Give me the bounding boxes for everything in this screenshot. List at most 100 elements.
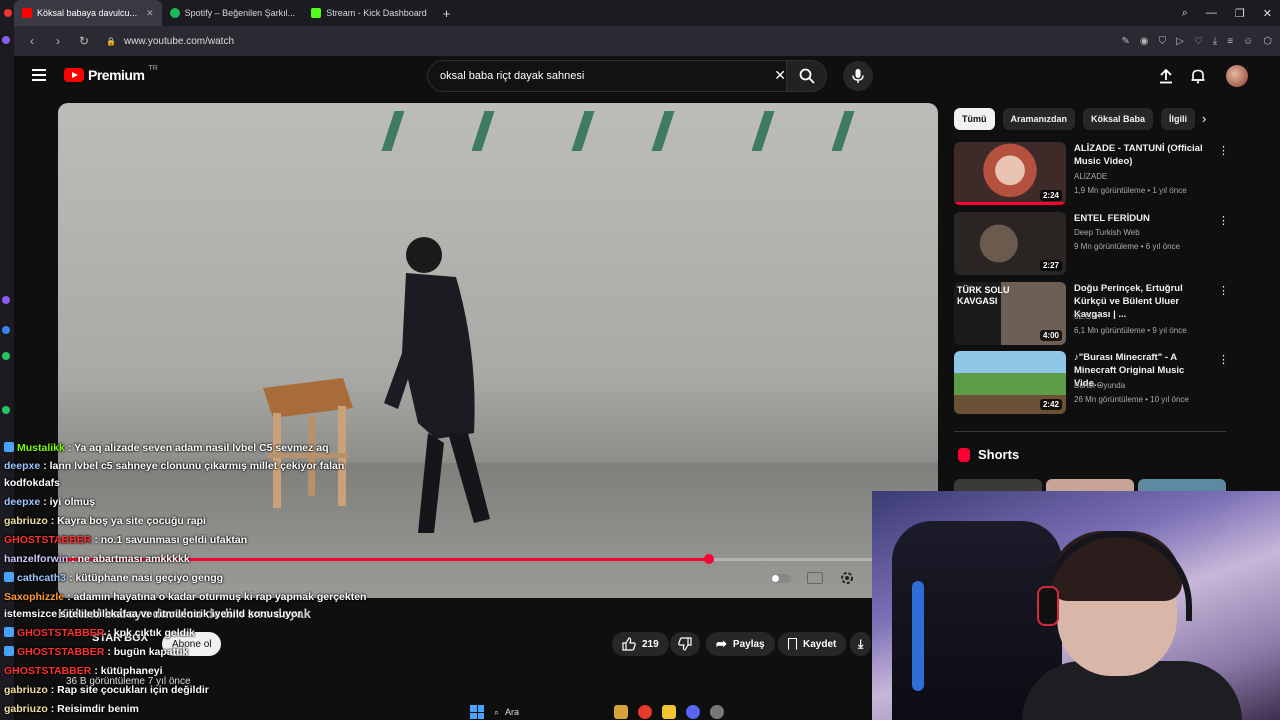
hamburger-menu-icon[interactable]	[32, 69, 46, 81]
extensions-icon[interactable]: ⬡	[1263, 36, 1272, 47]
notifications-bell-icon[interactable]	[1188, 66, 1208, 86]
edit-icon[interactable]: ✎	[1121, 36, 1129, 47]
settings-gear-icon[interactable]	[836, 569, 858, 587]
chat-message: Mustalikk: Ya aq alizade seven adam nasi…	[4, 442, 329, 454]
tab-youtube[interactable]: Köksal babaya davulcu... ✕	[14, 0, 162, 26]
recommended-video[interactable]: 2:27 ENTEL FERİDUN Deep Turkish Web 9 Mn…	[954, 212, 1229, 276]
rec-channel[interactable]: Deep Turkish Web	[1074, 228, 1140, 237]
chat-text: kodfokdafs	[4, 477, 61, 489]
sidebar-app-icon[interactable]	[2, 296, 10, 304]
tab-spotify[interactable]: Spotify – Beğenilen Şarkıl...	[162, 0, 304, 26]
chip-all[interactable]: Tümü	[954, 108, 995, 130]
lock-icon: 🔒	[106, 36, 116, 46]
chat-username: deepxe	[4, 460, 41, 472]
like-button[interactable]: 219	[612, 632, 669, 656]
short-thumbnail[interactable]	[1138, 479, 1226, 491]
wall-graffiti	[831, 111, 855, 151]
search-input[interactable]: oksal baba riçt dayak sahnesi ✕	[427, 60, 827, 92]
more-options-icon[interactable]: ⋮	[1218, 214, 1229, 227]
thumbnail-progress	[954, 202, 1066, 205]
dislike-button[interactable]	[670, 632, 700, 656]
chat-text: : ne abartması amkkkkk	[71, 553, 190, 565]
chip-koksal-baba[interactable]: Köksal Baba	[1083, 108, 1154, 130]
account-avatar[interactable]	[1226, 65, 1248, 87]
sidebar-app-icon[interactable]	[2, 406, 10, 414]
download-icon[interactable]: ⤓	[1213, 36, 1217, 47]
sidebar-toggle[interactable]	[0, 0, 14, 26]
play-icon[interactable]: ▷	[1176, 36, 1184, 47]
browser-search-icon[interactable]: ⌕	[1182, 7, 1188, 20]
youtube-play-icon	[64, 68, 84, 82]
maximize-icon[interactable]: ❐	[1235, 7, 1245, 20]
rec-channel[interactable]: ALİZADE	[1074, 172, 1107, 181]
camera-icon[interactable]: ◉	[1140, 36, 1149, 47]
sidebar-app-icon[interactable]	[2, 326, 10, 334]
short-thumbnail[interactable]	[954, 479, 1042, 491]
video-thumbnail[interactable]: TÜRK SOLU KAVGASI 4:00	[954, 282, 1066, 345]
download-button[interactable]: ⤓	[850, 632, 872, 656]
sidebar-app-icon[interactable]	[2, 36, 10, 44]
rec-channel[interactable]: 32.Gün	[1074, 312, 1100, 321]
screen: Köksal babaya davulcu... ✕ Spotify – Beğ…	[0, 0, 1280, 720]
filter-chips: Tümü Aramanızdan Köksal Baba İlgili	[954, 108, 1196, 130]
chat-badge-icon	[4, 442, 14, 452]
search-icon: ⌕	[494, 706, 500, 717]
profile-icon[interactable]: ☺	[1243, 36, 1253, 47]
reload-icon[interactable]: ↻	[76, 34, 92, 48]
rec-title[interactable]: ALİZADE - TANTUNİ (Official Music Video)	[1074, 142, 1214, 168]
sidebar-app-icon[interactable]	[2, 352, 10, 360]
chat-text: : iyi olmuş	[43, 496, 96, 508]
chat-message: GHOSTSTABBER: no.1 savunması geldi ufakt…	[4, 534, 247, 546]
url-field[interactable]: 🔒 www.youtube.com/watch	[106, 36, 234, 47]
chip-from-search[interactable]: Aramanızdan	[1002, 108, 1076, 130]
voice-search-button[interactable]	[843, 61, 873, 91]
more-options-icon[interactable]: ⋮	[1218, 144, 1229, 157]
close-window-icon[interactable]: ✕	[1263, 7, 1272, 20]
more-options-icon[interactable]: ⋮	[1218, 284, 1229, 297]
search-button[interactable]	[786, 61, 826, 91]
discord-icon[interactable]	[686, 705, 700, 719]
menu-icon[interactable]: ≡	[1227, 36, 1233, 47]
headset	[1042, 531, 1192, 621]
save-button[interactable]: Kaydet	[778, 632, 847, 656]
chat-message: Saxophizzle: adamın hayatına o kadar otu…	[4, 591, 366, 603]
share-label: Paylaş	[732, 638, 765, 650]
opera-icon[interactable]	[638, 705, 652, 719]
back-icon[interactable]: ‹	[24, 34, 40, 48]
autoplay-toggle[interactable]	[770, 569, 792, 587]
youtube-logo[interactable]: Premium TR	[64, 65, 158, 83]
spotify-favicon-icon	[169, 8, 180, 18]
minimize-icon[interactable]: —	[1206, 7, 1217, 19]
upload-icon[interactable]	[1156, 66, 1176, 86]
more-options-icon[interactable]: ⋮	[1218, 353, 1229, 366]
chip-related[interactable]: İlgili	[1161, 108, 1196, 130]
taskbar-search[interactable]: ⌕ Ara	[494, 707, 604, 718]
search-query: oksal baba riçt dayak sahnesi	[440, 70, 585, 82]
taskbar-app-icon[interactable]	[614, 705, 628, 719]
file-explorer-icon[interactable]	[662, 705, 676, 719]
forward-icon[interactable]: ›	[50, 34, 66, 48]
search-icon	[799, 68, 815, 84]
recommended-video[interactable]: 2:24 ALİZADE - TANTUNİ (Official Music V…	[954, 142, 1229, 206]
close-tab-icon[interactable]: ✕	[146, 8, 154, 19]
chat-username: GHOSTSTABBER	[17, 627, 105, 639]
taskbar-app-icon[interactable]	[710, 705, 724, 719]
share-button[interactable]: ➦ Paylaş	[706, 632, 775, 656]
recommended-video[interactable]: 2:42 ♪"Burası Minecraft" - A Minecraft O…	[954, 351, 1229, 415]
short-thumbnail[interactable]	[1046, 479, 1134, 491]
heart-icon[interactable]: ♡	[1194, 36, 1203, 47]
windows-start-icon[interactable]	[470, 705, 484, 719]
rec-title[interactable]: ENTEL FERİDUN	[1074, 212, 1214, 225]
tab-kick[interactable]: Stream - Kick Dashboard	[303, 0, 435, 26]
clear-search-icon[interactable]: ✕	[774, 67, 786, 84]
chips-next-icon[interactable]: ›	[1202, 111, 1206, 126]
subtitles-icon[interactable]	[804, 569, 826, 587]
video-thumbnail[interactable]: 2:42	[954, 351, 1066, 414]
rec-channel[interactable]: Burak Oyunda	[1074, 381, 1125, 390]
shield-icon[interactable]: ⛉	[1159, 36, 1167, 47]
wall-graffiti	[471, 111, 495, 151]
video-thumbnail[interactable]: 2:27	[954, 212, 1066, 275]
new-tab-button[interactable]: +	[435, 6, 459, 21]
video-thumbnail[interactable]: 2:24	[954, 142, 1066, 205]
recommended-video[interactable]: TÜRK SOLU KAVGASI 4:00 Doğu Perinçek, Er…	[954, 282, 1229, 346]
